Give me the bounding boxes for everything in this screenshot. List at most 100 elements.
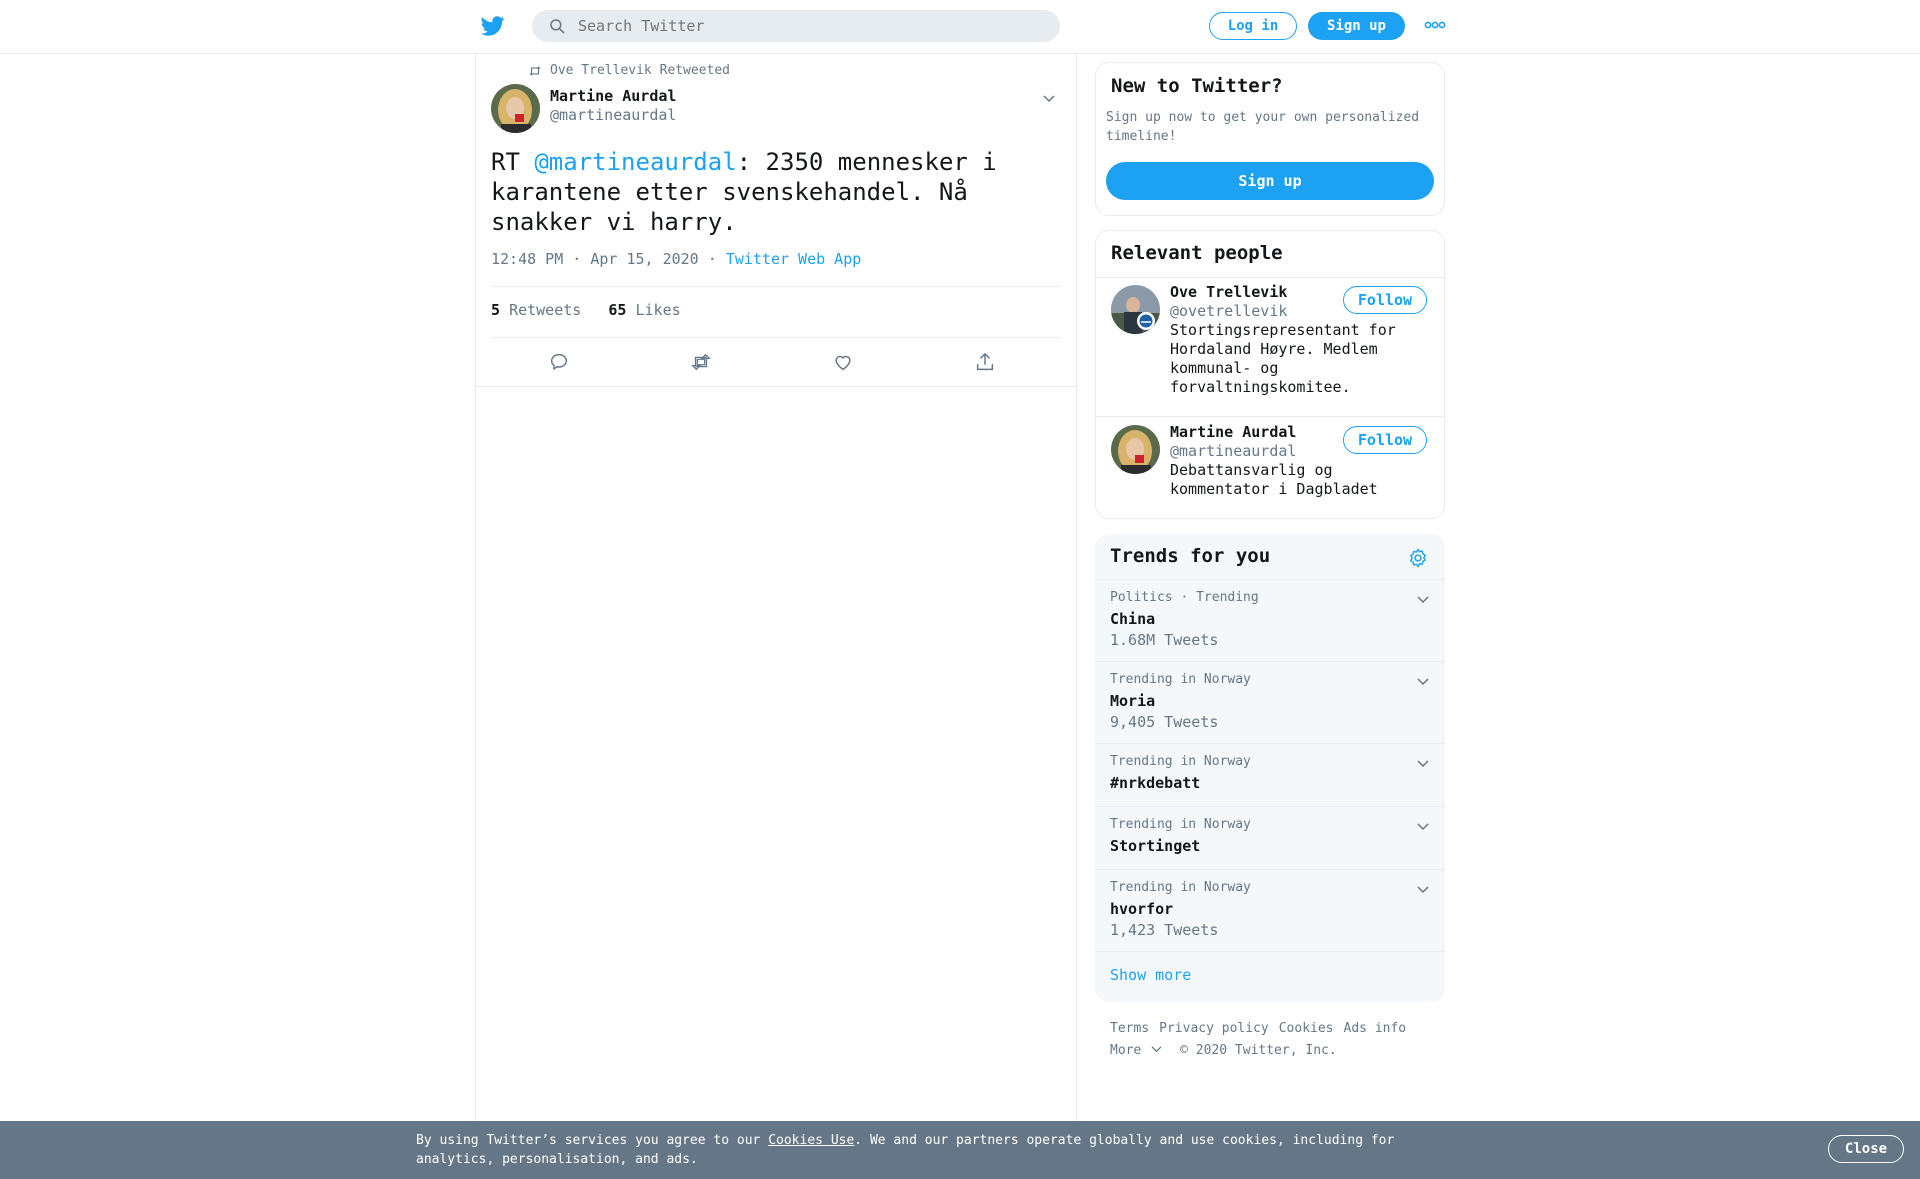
trend-context: Trending in Norway bbox=[1110, 880, 1251, 895]
share-icon[interactable] bbox=[974, 351, 996, 373]
footer-link-terms[interactable]: Terms bbox=[1110, 1021, 1149, 1036]
footer-links: Terms Privacy policy Cookies Ads info More … bbox=[1110, 1018, 1450, 1062]
trend-item[interactable]: Trending in Norway Moria 9,405 Tweets bbox=[1095, 661, 1445, 744]
relevant-people-card: Relevant people Ove Trellevik @ovetrelle… bbox=[1095, 230, 1445, 519]
retweets-stat[interactable]: 5 Retweets bbox=[491, 301, 581, 319]
retweet-small-icon bbox=[529, 65, 541, 76]
follow-button[interactable]: Follow bbox=[1343, 426, 1427, 454]
twitter-bird-icon[interactable] bbox=[480, 14, 506, 38]
footer-more-label: More bbox=[1110, 1043, 1142, 1058]
footer-row: More © 2020 Twitter, Inc. bbox=[1110, 1040, 1450, 1062]
mention-link[interactable]: @martineaurdal bbox=[534, 148, 736, 176]
footer-link-privacy[interactable]: Privacy policy bbox=[1159, 1021, 1269, 1036]
tweet-source-link[interactable]: Twitter Web App bbox=[726, 250, 861, 268]
person-avatar-image bbox=[1111, 285, 1160, 334]
tweet-text-prefix: RT bbox=[491, 148, 535, 176]
author-avatar-image bbox=[491, 84, 540, 133]
meta-separator: · bbox=[707, 250, 717, 268]
reply-icon[interactable] bbox=[548, 351, 570, 373]
retweeted-by: Ove Trellevik Retweeted bbox=[528, 63, 730, 78]
trend-count: 1.68M Tweets bbox=[1110, 631, 1219, 649]
footer-link-cookies[interactable]: Cookies bbox=[1279, 1021, 1334, 1036]
person-item[interactable]: Martine Aurdal @martineaurdal Debattansv… bbox=[1096, 417, 1444, 518]
trends-card: Trends for you Politics · Trending China… bbox=[1095, 534, 1445, 1002]
relevant-people-title: Relevant people bbox=[1111, 242, 1283, 264]
person-item[interactable]: Ove Trellevik @ovetrellevik Stortingsrep… bbox=[1096, 277, 1444, 417]
chevron-down-icon[interactable] bbox=[1416, 756, 1430, 770]
trend-name[interactable]: Stortinget bbox=[1110, 837, 1200, 855]
footer-copyright: © 2020 Twitter, Inc. bbox=[1180, 1043, 1337, 1058]
search-bar[interactable] bbox=[532, 10, 1060, 42]
tweet-stats: 5 Retweets 65 Likes bbox=[491, 301, 681, 319]
avatar[interactable] bbox=[1111, 285, 1160, 334]
trend-item[interactable]: Trending in Norway Stortinget bbox=[1095, 806, 1445, 870]
trend-name[interactable]: hvorfor bbox=[1110, 900, 1173, 918]
like-count: 65 bbox=[608, 301, 627, 319]
trend-context: Politics · Trending bbox=[1110, 590, 1259, 605]
follow-button[interactable]: Follow bbox=[1343, 286, 1427, 314]
trend-context: Trending in Norway bbox=[1110, 817, 1251, 832]
gear-icon[interactable] bbox=[1407, 547, 1429, 569]
trend-name[interactable]: #nrkdebatt bbox=[1110, 774, 1200, 792]
chevron-down-icon[interactable] bbox=[1416, 674, 1430, 688]
more-dots-icon[interactable] bbox=[1424, 18, 1446, 32]
trends-header: Trends for you bbox=[1095, 534, 1445, 579]
likes-stat[interactable]: 65 Likes bbox=[608, 301, 680, 319]
divider bbox=[491, 286, 1061, 287]
footer-row: Terms Privacy policy Cookies Ads info bbox=[1110, 1018, 1450, 1040]
close-button[interactable]: Close bbox=[1828, 1135, 1904, 1163]
person-name[interactable]: Ove Trellevik bbox=[1170, 283, 1287, 301]
signup-card-description: Sign up now to get your own personalized… bbox=[1106, 110, 1420, 144]
person-handle[interactable]: @martineaurdal bbox=[1170, 442, 1296, 460]
chevron-down-icon bbox=[1151, 1046, 1162, 1053]
person-name[interactable]: Martine Aurdal bbox=[1170, 423, 1296, 441]
tweet-actions bbox=[491, 351, 1061, 381]
person-bio: Debattansvarlig og kommentator i Dagblad… bbox=[1170, 461, 1378, 498]
retweeted-by-label[interactable]: Ove Trellevik Retweeted bbox=[550, 63, 730, 78]
retweet-icon[interactable] bbox=[690, 351, 712, 373]
signup-card-button[interactable]: Sign up bbox=[1106, 162, 1434, 200]
likes-label: Likes bbox=[635, 301, 681, 319]
retweet-count: 5 bbox=[491, 301, 501, 319]
tweet-text: RT @martineaurdal: 2350 mennesker i kara… bbox=[491, 147, 1061, 237]
person-handle[interactable]: @ovetrellevik bbox=[1170, 302, 1287, 320]
login-button[interactable]: Log in bbox=[1209, 12, 1297, 40]
author-name[interactable]: Martine Aurdal bbox=[550, 87, 676, 105]
divider bbox=[491, 337, 1061, 338]
chevron-down-icon[interactable] bbox=[1416, 819, 1430, 833]
cookie-text-before: By using Twitter’s services you agree to… bbox=[416, 1133, 769, 1148]
trends-title: Trends for you bbox=[1110, 545, 1271, 567]
signup-button[interactable]: Sign up bbox=[1308, 12, 1405, 40]
footer-more[interactable]: More bbox=[1110, 1043, 1162, 1058]
retweets-label: Retweets bbox=[509, 301, 582, 319]
tweet-timestamp[interactable]: 12:48 PM · Apr 15, 2020 bbox=[491, 250, 699, 268]
cookie-banner: By using Twitter’s services you agree to… bbox=[0, 1121, 1920, 1179]
avatar[interactable] bbox=[1111, 425, 1160, 474]
trend-name[interactable]: China bbox=[1110, 610, 1155, 628]
show-more-link[interactable]: Show more bbox=[1110, 966, 1191, 984]
footer-link-ads-info[interactable]: Ads info bbox=[1344, 1021, 1407, 1036]
cookie-text: By using Twitter’s services you agree to… bbox=[416, 1131, 1416, 1169]
search-icon bbox=[550, 19, 565, 34]
trend-item[interactable]: Trending in Norway #nrkdebatt bbox=[1095, 743, 1445, 807]
tweet-meta: 12:48 PM · Apr 15, 2020 · Twitter Web Ap… bbox=[491, 250, 861, 268]
trend-context: Trending in Norway bbox=[1110, 672, 1251, 687]
tweet-column: Ove Trellevik Retweeted Martine Aurdal @… bbox=[475, 53, 1077, 1121]
search-input[interactable] bbox=[576, 16, 1040, 36]
chevron-down-icon[interactable] bbox=[1416, 882, 1430, 896]
chevron-down-icon[interactable] bbox=[1042, 91, 1056, 105]
chevron-down-icon[interactable] bbox=[1416, 592, 1430, 606]
like-icon[interactable] bbox=[832, 351, 854, 373]
person-avatar-image bbox=[1111, 425, 1160, 474]
trend-item[interactable]: Politics · Trending China 1.68M Tweets bbox=[1095, 579, 1445, 662]
trend-name[interactable]: Moria bbox=[1110, 692, 1155, 710]
trend-item[interactable]: Trending in Norway hvorfor 1,423 Tweets bbox=[1095, 869, 1445, 952]
trend-count: 1,423 Tweets bbox=[1110, 921, 1219, 939]
author-handle[interactable]: @martineaurdal bbox=[550, 106, 676, 124]
signup-card-title: New to Twitter? bbox=[1111, 75, 1283, 97]
signup-card: New to Twitter? Sign up now to get your … bbox=[1095, 62, 1445, 216]
trend-context: Trending in Norway bbox=[1110, 754, 1251, 769]
avatar[interactable] bbox=[491, 84, 540, 133]
person-bio: Stortingsrepresentant for Hordaland Høyr… bbox=[1170, 321, 1396, 396]
cookies-use-link[interactable]: Cookies Use bbox=[768, 1133, 854, 1148]
